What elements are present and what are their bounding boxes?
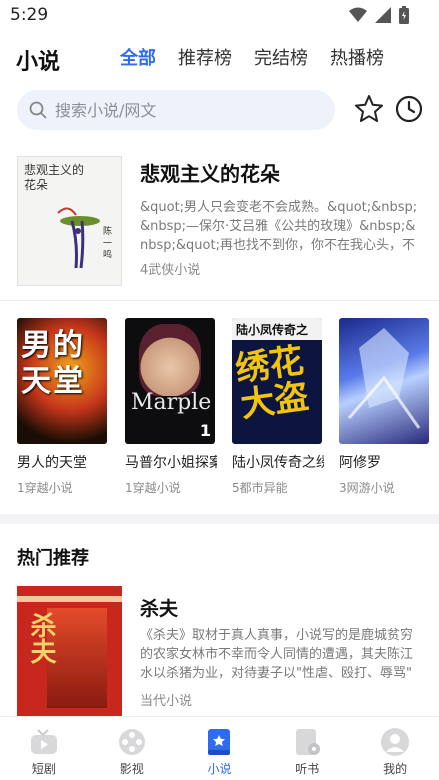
nav-movies[interactable]: 影视 — [88, 717, 176, 780]
book-category: 当代小说 — [140, 694, 193, 709]
wifi-icon — [349, 7, 367, 22]
tab-completed[interactable]: 完结榜 — [254, 44, 308, 70]
user-icon — [380, 727, 410, 757]
film-reel-icon — [117, 727, 147, 757]
cover-title: 男的天堂 — [21, 328, 85, 399]
nav-label: 小说 — [207, 762, 232, 776]
book-category: 1穿越小说 — [125, 481, 181, 495]
cover-volume: 1 — [199, 421, 211, 440]
page-title: 小说 — [16, 50, 61, 75]
nav-label: 影视 — [119, 762, 144, 776]
hot-book-item[interactable]: 杀夫 杀夫 《杀夫》取材于真人真事，小说写的是鹿城贫穷的农家女林市不幸而令人同情… — [0, 586, 439, 716]
history-button[interactable] — [394, 94, 424, 124]
section-divider — [0, 514, 439, 524]
book-card[interactable]: Marple 1 马普尔小姐探案 1穿越小说 — [125, 318, 220, 496]
book-category: 3网游小说 — [339, 481, 395, 495]
book-title: 陆小凤传奇之绣花大盗 — [232, 455, 324, 471]
book-title: 悲观主义的花朵 — [140, 162, 280, 186]
cover-title: 杀夫 — [26, 612, 56, 664]
cover-author: 陈 一 鸣 — [101, 226, 111, 259]
book-cover: 男的天堂 — [17, 318, 107, 444]
book-cover: 杀夫 — [17, 586, 122, 716]
search-row — [0, 88, 439, 132]
book-carousel: 男的天堂 男人的天堂 1穿越小说 Marple 1 马普尔小姐探案 1穿越小说 … — [0, 318, 439, 498]
cover-calligraphy: 绣花大盗 — [233, 340, 312, 426]
clock-icon — [395, 95, 423, 123]
nav-label: 听书 — [295, 762, 320, 776]
header: 小说 全部 推荐榜 完结榜 热播榜 — [0, 38, 439, 78]
book-description: &quot;男人只会变老不会成熟。&quot;&nbsp;&nbsp;—保尔·艾… — [140, 200, 418, 253]
cover-figure-illustration — [57, 207, 100, 269]
audio-book-icon — [292, 727, 322, 757]
book-icon — [204, 727, 234, 757]
cover-title: 悲观主义的花朵 — [24, 163, 85, 192]
section-title: 热门推荐 — [17, 548, 89, 569]
nav-audiobooks[interactable]: 听书 — [263, 717, 351, 780]
book-card[interactable]: 陆小凤传奇之 绣花大盗 陆小凤传奇之绣花大盗 5都市异能 — [232, 318, 327, 496]
cover-title: 陆小凤传奇之 — [236, 323, 309, 337]
signal-icon — [375, 7, 391, 23]
battery-icon — [399, 6, 409, 24]
nav-profile[interactable]: 我的 — [351, 717, 439, 780]
book-card[interactable]: 阿修罗 3网游小说 — [339, 318, 434, 496]
search-icon — [29, 101, 47, 119]
bottom-nav: 短剧 影视 小说 听书 我的 — [0, 716, 439, 780]
star-icon — [355, 95, 383, 122]
nav-label: 短剧 — [31, 762, 56, 776]
status-icons — [349, 6, 409, 24]
book-category: 5都市异能 — [232, 481, 288, 495]
tab-trending[interactable]: 热播榜 — [330, 44, 384, 70]
divider — [0, 300, 439, 301]
status-time: 5:29 — [10, 5, 49, 25]
book-title: 男人的天堂 — [17, 455, 87, 471]
status-bar: 5:29 — [0, 0, 439, 30]
book-cover: 悲观主义的花朵 陈 一 鸣 — [17, 156, 122, 286]
book-cover: Marple 1 — [125, 318, 215, 444]
cover-title: Marple — [131, 390, 212, 415]
tv-icon — [29, 727, 59, 757]
book-cover — [339, 318, 429, 444]
cover-artwork — [347, 328, 421, 429]
category-tabs: 全部 推荐榜 完结榜 热播榜 — [120, 44, 384, 70]
search-input[interactable] — [55, 100, 305, 120]
nav-short-drama[interactable]: 短剧 — [0, 717, 88, 780]
book-title: 杀夫 — [140, 598, 179, 620]
favorites-button[interactable] — [354, 94, 384, 124]
book-category: 1穿越小说 — [17, 481, 73, 495]
book-title: 阿修罗 — [339, 455, 381, 471]
book-card[interactable]: 男的天堂 男人的天堂 1穿越小说 — [17, 318, 112, 496]
book-category: 4武侠小说 — [140, 263, 201, 278]
book-description: 《杀夫》取材于真人真事，小说写的是鹿城贫穷的农家女林市不幸而令人同情的遭遇，其夫… — [140, 628, 414, 681]
nav-label: 我的 — [383, 762, 408, 776]
tab-all[interactable]: 全部 — [120, 44, 156, 70]
search-box[interactable] — [17, 90, 335, 130]
book-cover: 陆小凤传奇之 绣花大盗 — [232, 318, 322, 444]
nav-novels[interactable]: 小说 — [176, 717, 264, 780]
tab-recommended[interactable]: 推荐榜 — [178, 44, 232, 70]
featured-book[interactable]: 悲观主义的花朵 陈 一 鸣 悲观主义的花朵 &quot;男人只会变老不会成熟。&… — [0, 152, 439, 292]
book-title: 马普尔小姐探案 — [125, 455, 217, 471]
